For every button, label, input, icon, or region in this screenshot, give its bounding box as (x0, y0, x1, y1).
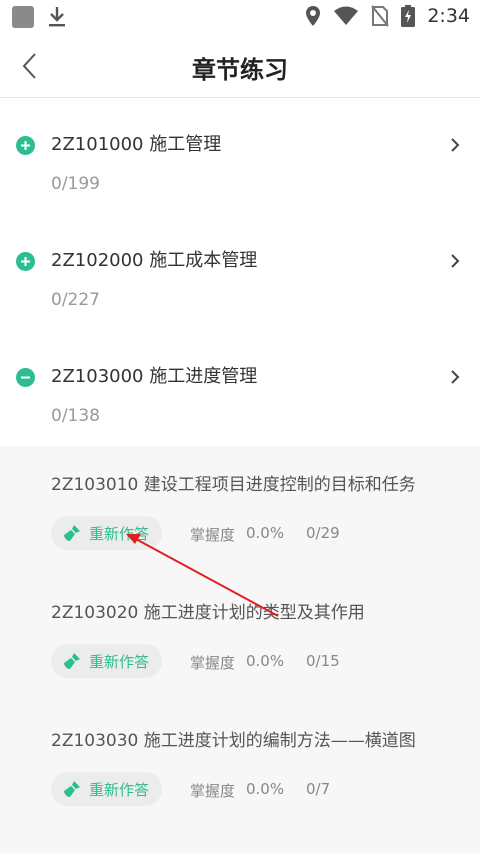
mastery-value: 0.0% (246, 524, 285, 542)
redo-label: 重新作答 (89, 652, 150, 671)
mastery-value: 0.0% (246, 652, 285, 670)
mastery-label: 掌握度 (190, 782, 236, 800)
section-title: 2Z103020 施工进度计划的类型及其作用 (51, 603, 365, 623)
section-item[interactable]: 2Z103020 施工进度计划的类型及其作用 重新作答 掌握度 0.0% 0/1… (0, 574, 480, 702)
brush-icon (64, 653, 80, 669)
chevron-right-icon[interactable] (448, 252, 462, 270)
chapter-title: 2Z101000 施工管理 (51, 134, 222, 155)
section-title: 2Z103030 施工进度计划的编制方法——横道图 (51, 731, 416, 751)
battery-charging-icon (401, 5, 416, 27)
download-icon (49, 7, 65, 27)
redo-button[interactable]: 重新作答 (51, 644, 162, 678)
brush-icon (64, 781, 80, 797)
page-title: 章节练习 (192, 56, 288, 84)
mastery-value: 0.0% (246, 780, 285, 798)
section-title: 2Z103010 建设工程项目进度控制的目标和任务 (51, 475, 416, 495)
redo-button[interactable]: 重新作答 (51, 772, 162, 806)
question-count: 0/15 (306, 652, 340, 670)
question-count: 0/29 (306, 524, 340, 542)
chapter-progress: 0/227 (51, 290, 100, 310)
chapter-title: 2Z102000 施工成本管理 (51, 250, 258, 271)
chapter-progress: 0/199 (51, 174, 100, 194)
chapter-item[interactable]: 2Z101000 施工管理 0/199 (0, 122, 480, 238)
app-square-icon (12, 6, 34, 28)
collapse-minus-icon[interactable] (16, 368, 35, 387)
chevron-right-icon[interactable] (448, 136, 462, 154)
section-item[interactable]: 2Z103030 施工进度计划的编制方法——横道图 重新作答 掌握度 0.0% … (0, 702, 480, 830)
expand-plus-icon[interactable] (16, 252, 35, 271)
status-time: 2:34 (427, 5, 470, 27)
redo-label: 重新作答 (89, 780, 150, 799)
wifi-icon (334, 6, 359, 25)
brush-icon (64, 525, 80, 541)
section-list: 2Z103010 建设工程项目进度控制的目标和任务 重新作答 掌握度 0.0% … (0, 446, 480, 853)
nav-bar: 章节练习 (0, 34, 480, 98)
no-sim-icon (371, 5, 390, 27)
mastery-label: 掌握度 (190, 654, 236, 672)
expand-plus-icon[interactable] (16, 136, 35, 155)
chapter-item[interactable]: 2Z102000 施工成本管理 0/227 (0, 238, 480, 354)
chapter-title: 2Z103000 施工进度管理 (51, 366, 258, 387)
chevron-right-icon[interactable] (448, 368, 462, 386)
question-count: 0/7 (306, 780, 331, 798)
redo-label: 重新作答 (89, 524, 150, 543)
redo-button[interactable]: 重新作答 (51, 516, 162, 550)
status-bar: 2:34 (0, 0, 480, 34)
chapter-item[interactable]: 2Z103000 施工进度管理 0/138 (0, 354, 480, 446)
chapter-progress: 0/138 (51, 406, 100, 426)
mastery-label: 掌握度 (190, 526, 236, 544)
location-icon (306, 6, 321, 26)
section-item[interactable]: 2Z103010 建设工程项目进度控制的目标和任务 重新作答 掌握度 0.0% … (0, 446, 480, 574)
